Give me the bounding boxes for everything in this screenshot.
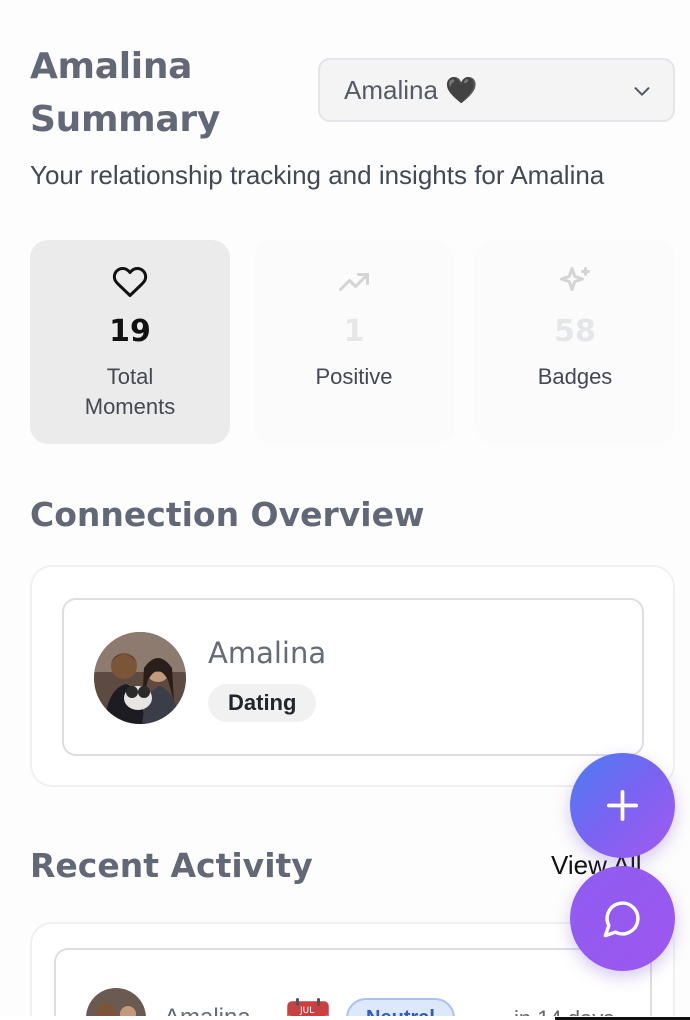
chevron-down-icon xyxy=(634,87,650,96)
sparkles-icon xyxy=(560,267,590,291)
heart-icon xyxy=(112,266,148,297)
stat-total-moments[interactable]: 19 Total Moments xyxy=(30,240,230,444)
chat-bubble-icon xyxy=(603,901,640,938)
stat-label: Total Moments xyxy=(84,364,176,419)
trending-up-icon xyxy=(339,273,369,291)
recent-activity-title: Recent Activity xyxy=(30,846,313,885)
calendar-month: JUL xyxy=(299,1006,314,1016)
avatar xyxy=(94,632,186,724)
connection-card: Amalina Dating xyxy=(30,565,675,787)
stat-positive[interactable]: 1 xyxy=(254,240,454,444)
connection-overview-title: Connection Overview xyxy=(30,495,425,534)
page-title: Amalina Summary xyxy=(30,46,220,140)
stat-label-positive: Positive xyxy=(315,364,393,389)
add-moment-button[interactable] xyxy=(570,753,675,858)
plus-icon xyxy=(606,789,639,822)
page-subtitle: Your relationship tracking and insights … xyxy=(30,160,605,190)
stat-value: 58 xyxy=(554,314,596,349)
person-select[interactable]: Amalina 🖤 xyxy=(318,58,675,122)
person-card[interactable]: Amalina Dating xyxy=(62,598,644,756)
relationship-status-badge: Dating xyxy=(208,684,317,722)
stat-value: 19 xyxy=(109,314,151,349)
list-item[interactable]: Amalina JUL Neutral in 14 days xyxy=(54,948,652,1020)
stat-label-badges: Badges xyxy=(537,364,613,389)
person-select-value: Amalina 🖤 xyxy=(344,74,478,105)
stat-badges[interactable]: 58 xyxy=(475,240,675,444)
stat-value: 1 xyxy=(343,314,365,349)
person-name: Amalina xyxy=(208,636,327,670)
chat-button[interactable] xyxy=(570,866,675,971)
